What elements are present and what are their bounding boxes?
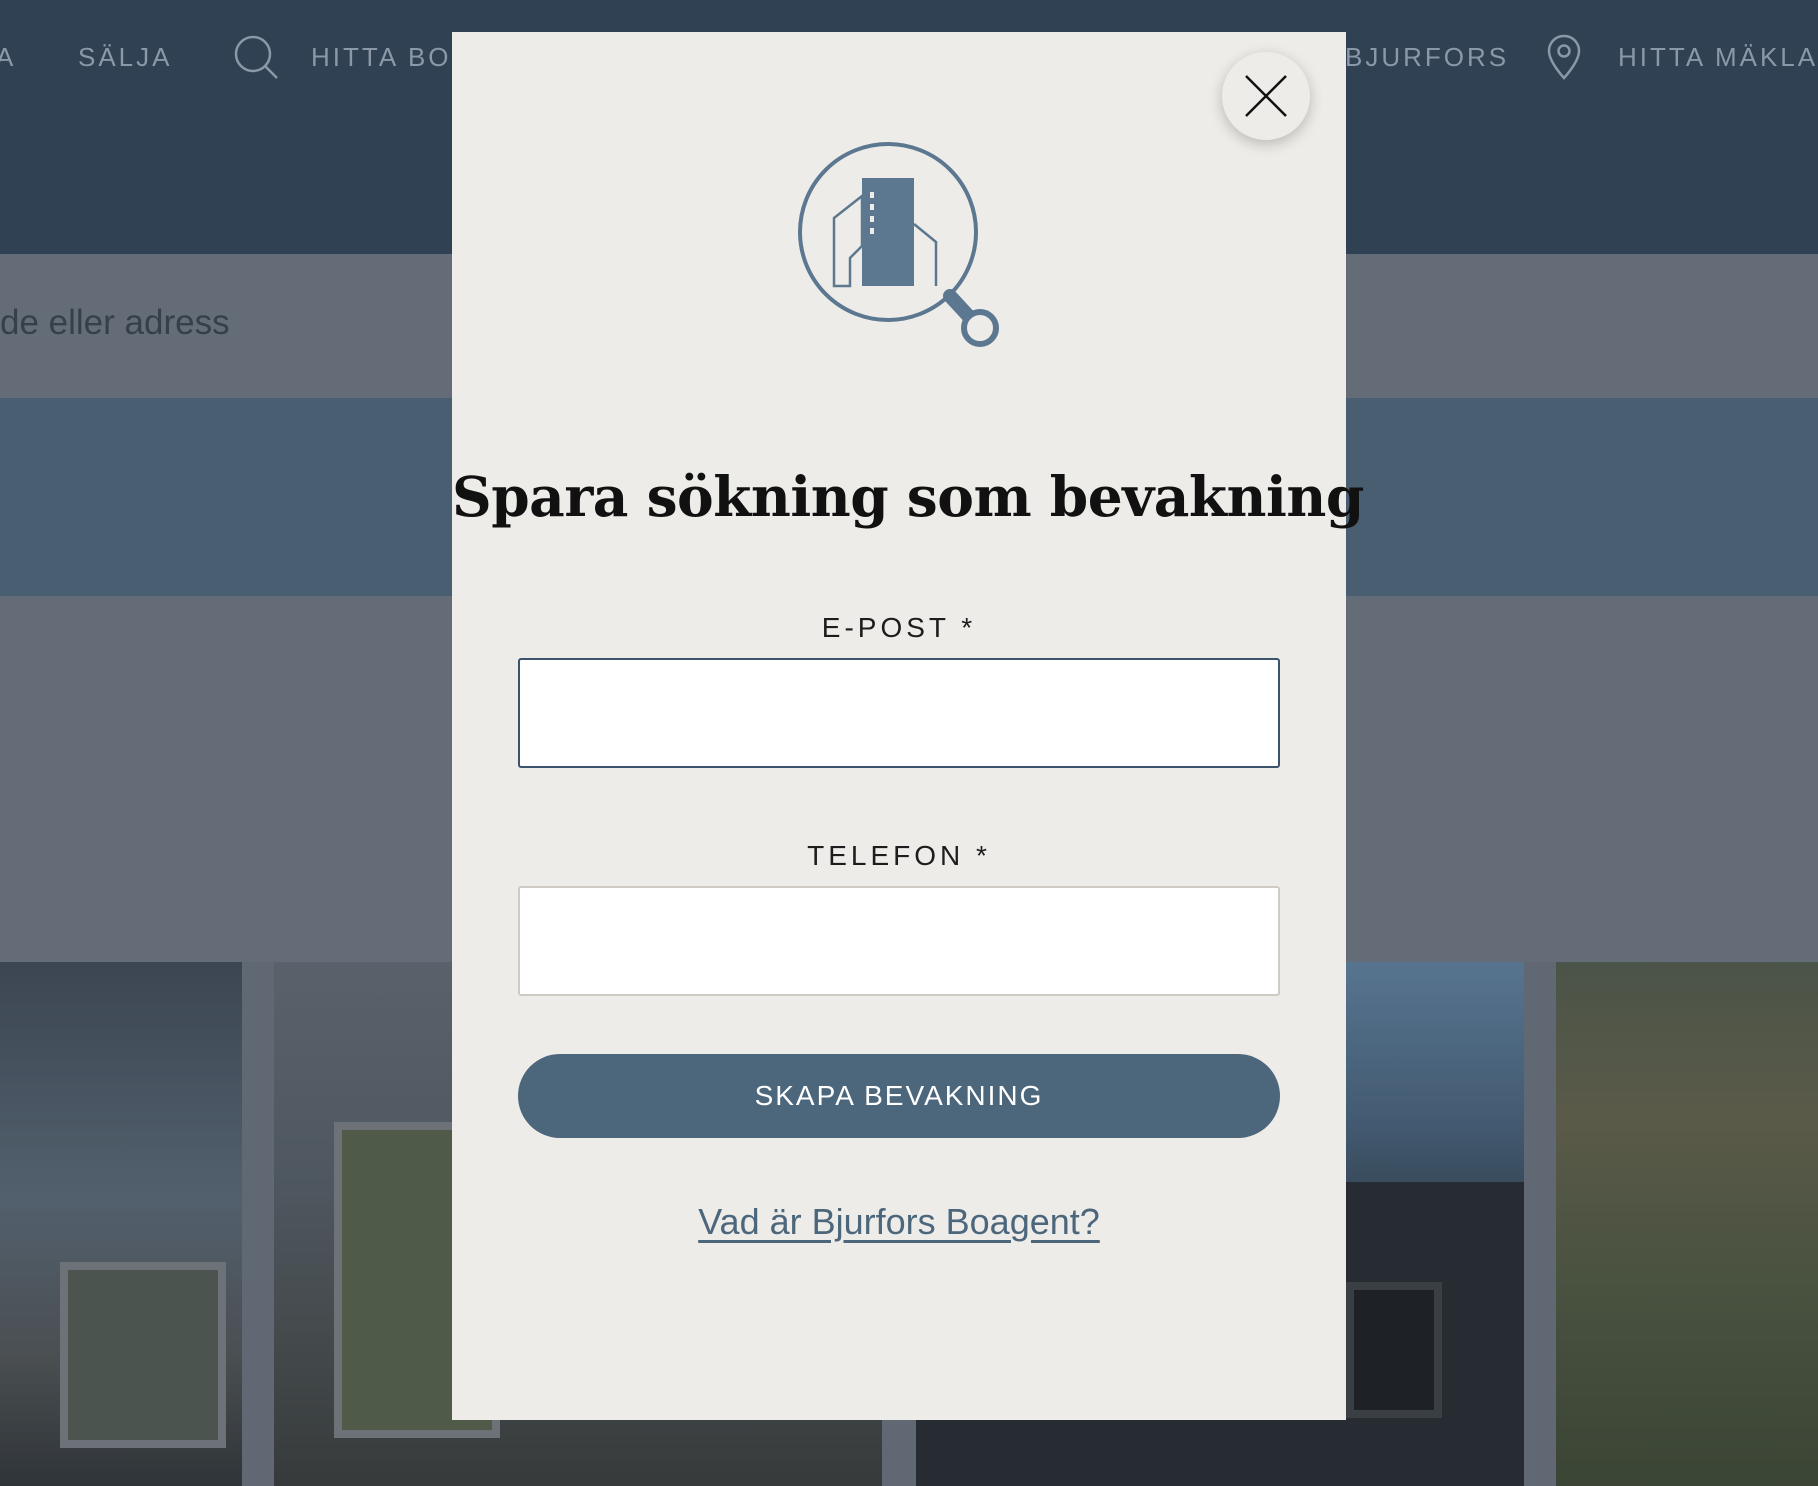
search-icon[interactable] [233, 34, 279, 85]
phone-field[interactable] [518, 886, 1280, 996]
email-field[interactable] [518, 658, 1280, 768]
nav-item-find-home[interactable]: HITTA BO [311, 42, 452, 73]
what-is-boagent-link[interactable]: Vad är Bjurfors Boagent? [698, 1201, 1100, 1242]
email-label: E-POST * [821, 612, 977, 643]
nav-item-partial[interactable]: A [0, 42, 16, 73]
modal-title: Spara sökning som bevakning [452, 464, 1364, 529]
search-placeholder: de eller adress [0, 303, 230, 342]
help-link-container: Vad är Bjurfors Boagent? [452, 1201, 1346, 1243]
create-alert-button[interactable]: SKAPA BEVAKNING [518, 1054, 1280, 1138]
phone-label: TELEFON * [807, 840, 991, 871]
nav-item-brand[interactable]: BJURFORS [1345, 42, 1509, 73]
close-button[interactable] [1222, 52, 1310, 140]
close-icon [1245, 75, 1287, 117]
nav-item-sell[interactable]: SÄLJA [78, 42, 173, 73]
nav-item-find-agent[interactable]: HITTA MÄKLARE [1618, 42, 1818, 73]
location-pin-icon[interactable] [1546, 34, 1582, 85]
boagent-logo-icon [798, 142, 999, 347]
listing-photo[interactable] [1556, 962, 1818, 1486]
listing-photo[interactable] [0, 962, 242, 1486]
